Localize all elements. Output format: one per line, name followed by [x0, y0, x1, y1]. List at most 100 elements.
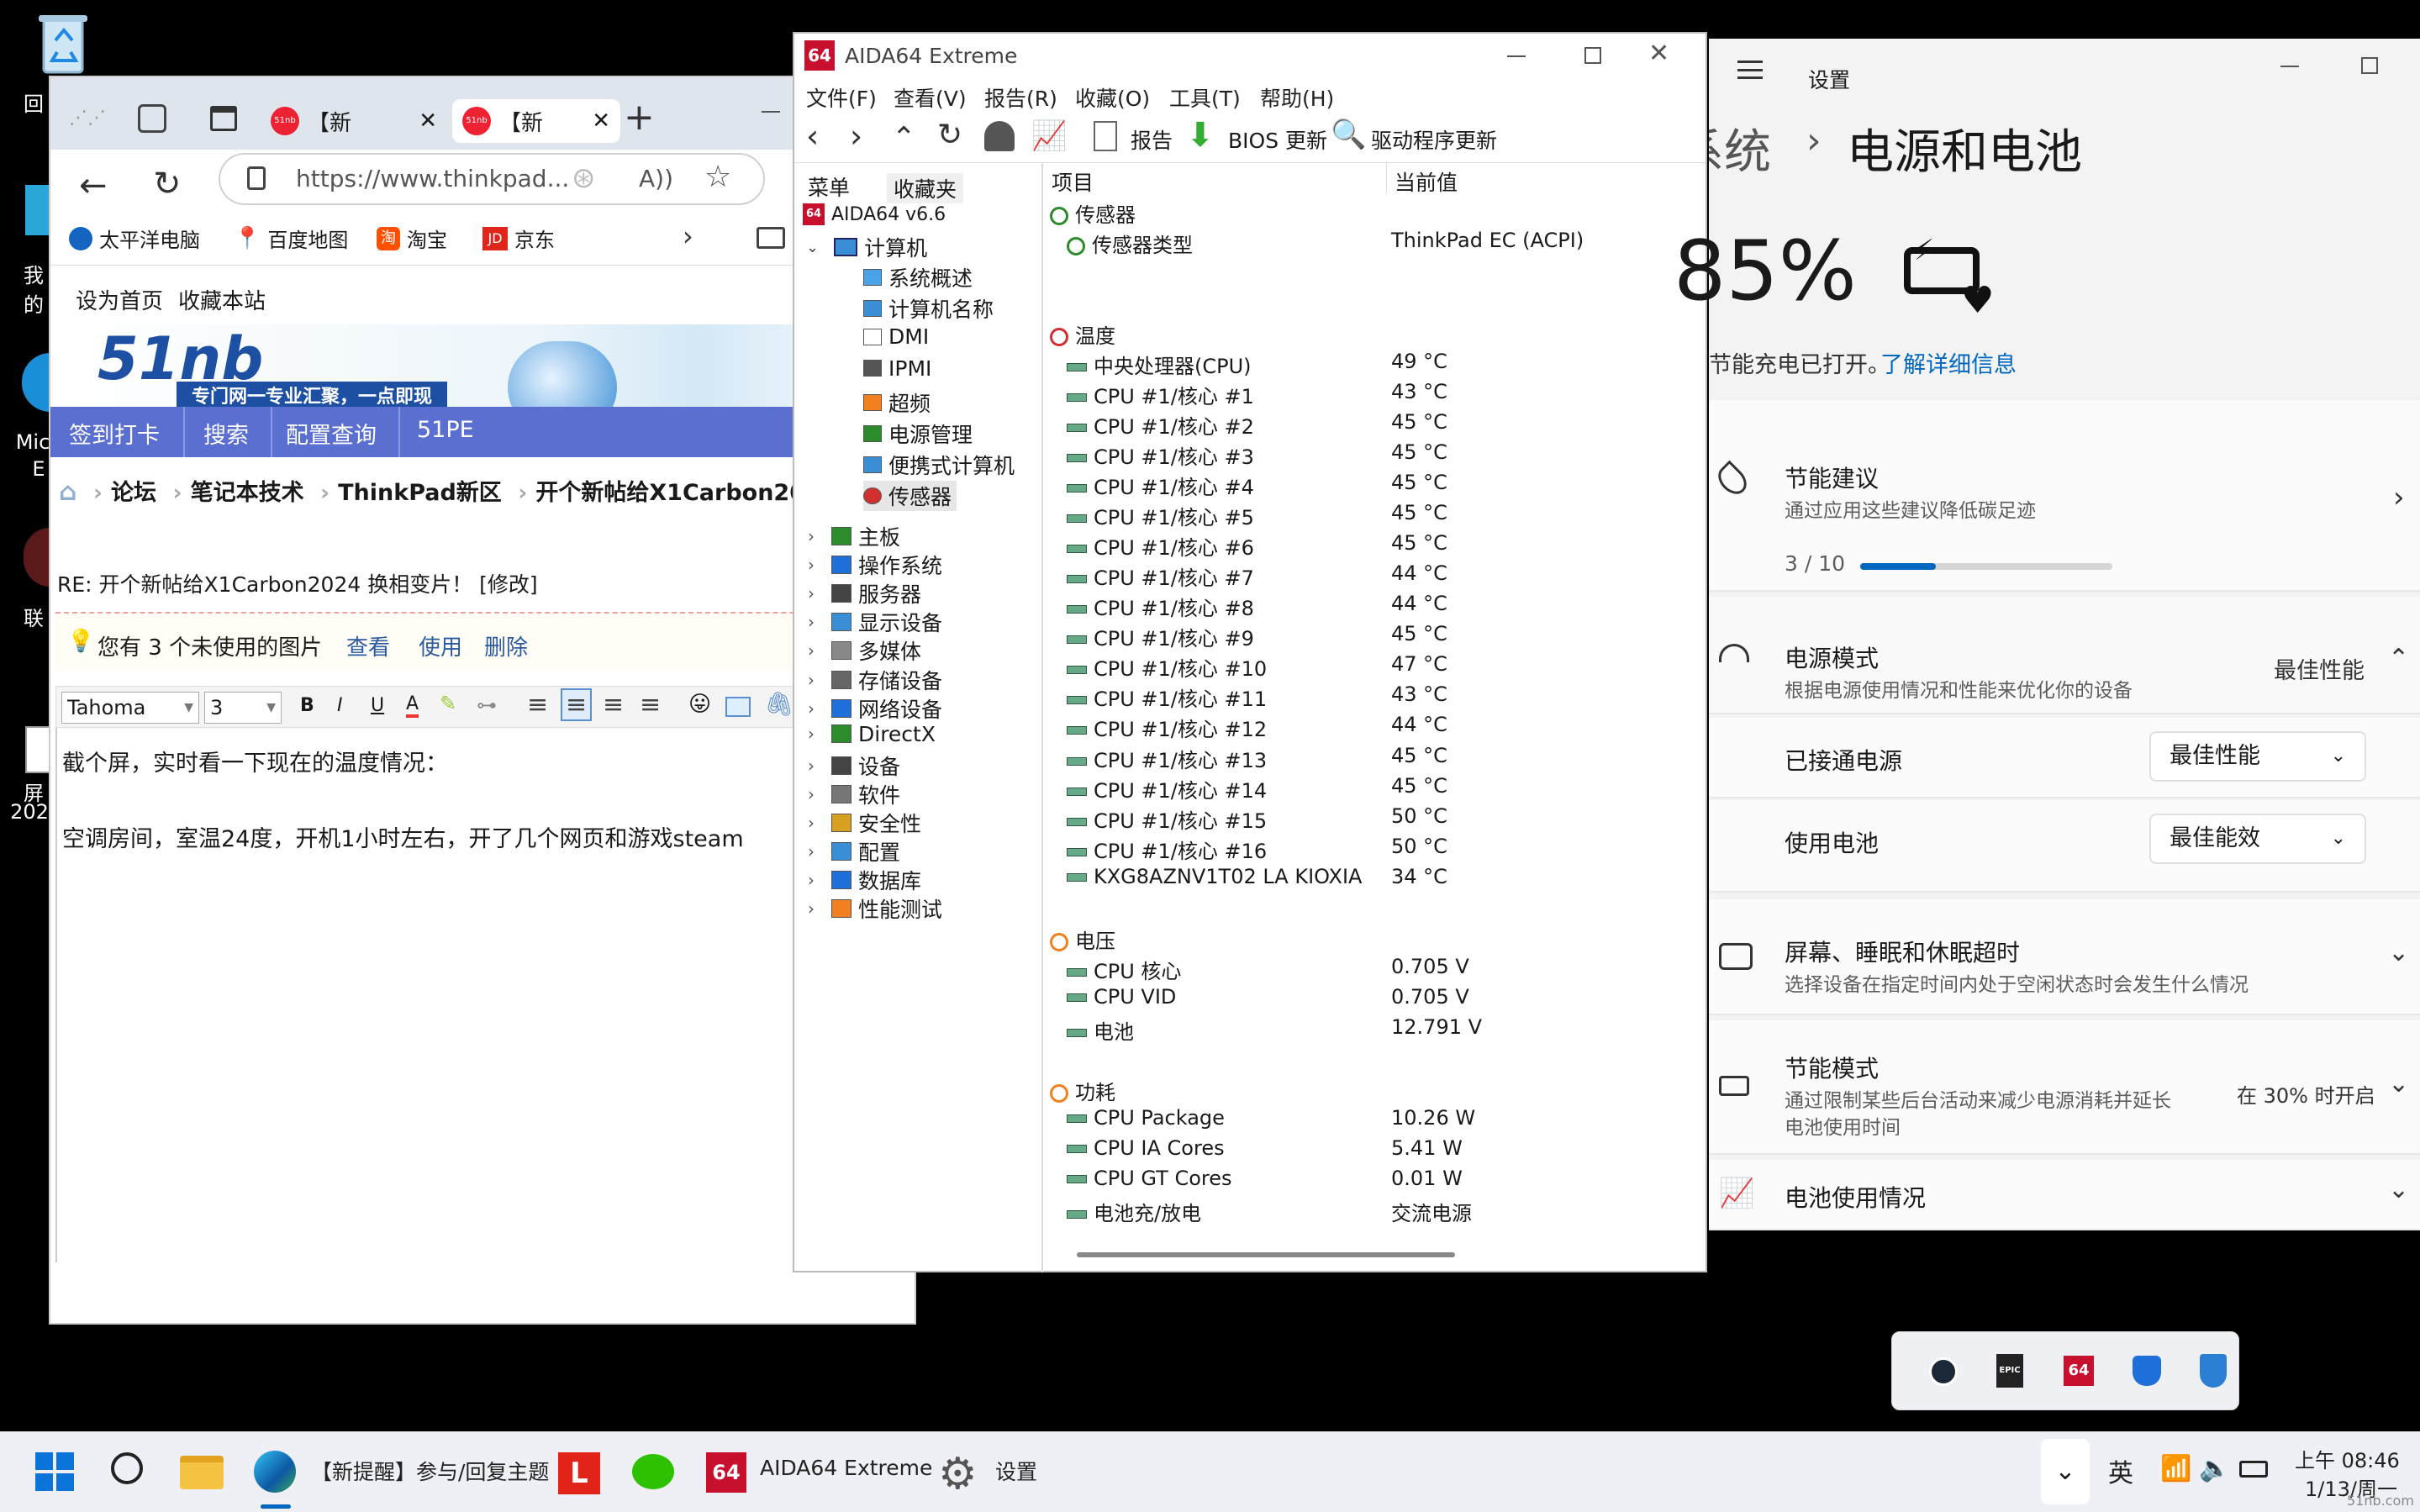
column-item[interactable]: 项目 — [1052, 166, 1094, 197]
tree-item-top[interactable]: › 网络设备 — [808, 693, 942, 724]
browser-tab[interactable]: 51nb 【新 ✕ — [271, 99, 447, 143]
sensor-row[interactable]: CPU #1/核心 #14 45 °C — [1047, 774, 1702, 804]
tree-item-top[interactable]: › 多媒体 — [808, 635, 921, 666]
highlight-icon[interactable]: ✎ — [440, 692, 456, 715]
top-link-bookmark[interactable]: 收藏本站 — [178, 284, 266, 315]
favorite-link[interactable]: 📍 百度地图 — [234, 224, 348, 253]
volume-icon[interactable]: 🔈 — [2199, 1454, 2230, 1483]
ime-indicator[interactable]: 英 — [2108, 1452, 2133, 1489]
sensor-row[interactable]: 传感器类型 ThinkPad EC (ACPI) — [1047, 229, 1702, 259]
wechat-icon[interactable] — [632, 1454, 674, 1489]
close-icon[interactable]: ✕ — [419, 108, 437, 134]
sensor-row[interactable]: CPU #1/核心 #9 45 °C — [1047, 622, 1702, 652]
sensor-row[interactable]: CPU #1/核心 #2 45 °C — [1047, 410, 1702, 440]
steam-icon[interactable] — [1929, 1357, 1958, 1386]
sensor-row[interactable]: CPU #1/核心 #6 45 °C — [1047, 531, 1702, 561]
sensor-row[interactable]: KXG8AZNV1T02 LA KIOXIA 34 °C — [1047, 865, 1702, 895]
link-icon[interactable]: ⊶ — [477, 693, 497, 717]
toolbar-driver[interactable]: 驱动程序更新 — [1371, 124, 1497, 155]
sensor-section-header[interactable]: 传感器 — [1047, 198, 1702, 229]
close-icon[interactable]: ✕ — [1648, 39, 1669, 68]
aida64-tray-icon[interactable]: 64 — [2064, 1356, 2094, 1386]
sensor-row[interactable]: CPU #1/核心 #7 44 °C — [1047, 561, 1702, 592]
sensor-row[interactable]: CPU #1/核心 #3 45 °C — [1047, 440, 1702, 471]
breadcrumb-item[interactable]: 开个新帖给X1Carbon20 — [535, 480, 805, 506]
card-power-mode[interactable]: 电源模式 根据电源使用情况和性能来优化你的设备 最佳性能 ⌃ — [1709, 597, 2420, 714]
forward-icon[interactable]: › — [850, 118, 862, 155]
tab-menu[interactable]: 菜单 — [808, 171, 850, 202]
recycle-bin-icon[interactable] — [32, 10, 94, 82]
sensor-row[interactable]: 电池充/放电 交流电源 — [1047, 1197, 1702, 1227]
tree-item-top[interactable]: › 设备 — [808, 751, 900, 781]
minimize-icon[interactable] — [1507, 55, 1526, 57]
maximize-icon[interactable] — [2361, 57, 2378, 74]
top-link-home[interactable]: 设为首页 — [76, 284, 163, 315]
tree-item-child[interactable]: 便携式计算机 — [863, 450, 1015, 480]
font-color-icon[interactable]: A — [406, 693, 419, 718]
maximize-icon[interactable] — [1584, 47, 1601, 64]
magnifier-icon[interactable]: 🔍 — [1331, 118, 1366, 151]
refresh-icon[interactable]: ↻ — [937, 118, 962, 152]
sensor-section-header[interactable]: 电压 — [1047, 925, 1702, 955]
read-aloud-icon[interactable]: A)) — [639, 165, 673, 192]
tree-item-sensor[interactable]: 传感器 — [863, 481, 957, 512]
tab-favorites[interactable]: 收藏夹 — [887, 173, 964, 203]
card-energy-recommendations[interactable]: 节能建议 通过应用这些建议降低碳足迹 3 / 10 › — [1709, 400, 2420, 592]
menu-report[interactable]: 报告(R) — [984, 82, 1057, 113]
tree-item-top[interactable]: › 安全性 — [808, 808, 921, 838]
wifi-icon[interactable]: 📶 — [2160, 1454, 2191, 1483]
on-battery-dropdown[interactable]: 最佳能效 ⌄ — [2149, 814, 2366, 864]
favorite-link[interactable]: 太平洋电脑 — [69, 224, 200, 253]
sensor-row[interactable]: CPU IA Cores 5.41 W — [1047, 1136, 1702, 1167]
tree-item-top[interactable]: › 性能测试 — [808, 893, 942, 924]
sensor-row[interactable]: CPU #1/核心 #13 45 °C — [1047, 744, 1702, 774]
notice-link-use[interactable]: 使用 — [419, 630, 462, 661]
sensor-row[interactable]: CPU GT Cores 0.01 W — [1047, 1167, 1702, 1197]
breadcrumb-item[interactable]: 笔记本技术 — [191, 480, 304, 506]
menu-help[interactable]: 帮助(H) — [1260, 82, 1334, 113]
emoji-icon[interactable]: 😛 — [688, 692, 711, 717]
sensor-row[interactable]: CPU #1/核心 #10 47 °C — [1047, 652, 1702, 682]
sensor-section-header[interactable]: 温度 — [1047, 319, 1702, 350]
back-icon[interactable]: ← — [79, 166, 108, 205]
minimize-icon[interactable] — [762, 111, 780, 113]
tree-item-top[interactable]: › 存储设备 — [808, 665, 942, 695]
tree-item-child[interactable]: 超频 — [863, 387, 931, 418]
tray-overflow-button[interactable]: ⌄ — [2041, 1439, 2090, 1504]
favorite-link[interactable]: 淘淘宝 — [377, 224, 447, 253]
chevron-right-icon[interactable]: › — [683, 220, 693, 252]
user-icon[interactable] — [984, 121, 1015, 151]
notice-link-delete[interactable]: 删除 — [484, 630, 528, 661]
battery-icon[interactable] — [2239, 1461, 2268, 1478]
font-select[interactable]: Tahoma ▼ — [61, 692, 199, 724]
nav-item-checkin[interactable]: 签到打卡 — [69, 417, 160, 450]
clock-time[interactable]: 上午 08:46 — [2295, 1444, 2400, 1473]
browser-tab-active[interactable]: 51nb 【新 ✕ — [452, 99, 620, 143]
taskbar-edge-label[interactable]: 【新提醒】参与/回复主题 — [311, 1456, 549, 1486]
tree-item-top[interactable]: › 显示设备 — [808, 607, 942, 637]
lenovo-vantage-icon[interactable] — [2133, 1356, 2161, 1386]
sensor-row[interactable]: 中央处理器(CPU) 49 °C — [1047, 350, 1702, 380]
sensor-row[interactable]: CPU Package 10.26 W — [1047, 1106, 1702, 1136]
sensor-row[interactable]: CPU #1/核心 #5 45 °C — [1047, 501, 1702, 531]
breadcrumb-system[interactable]: 系统 — [1709, 114, 1771, 182]
taskbar-aida-label[interactable]: AIDA64 Extreme — [760, 1456, 932, 1480]
plugged-in-dropdown[interactable]: 最佳性能 ⌄ — [2149, 731, 2366, 782]
horizontal-scrollbar[interactable] — [1077, 1252, 1455, 1257]
folder-icon[interactable] — [757, 227, 785, 249]
favorite-star-icon[interactable]: ☆ — [704, 160, 731, 194]
sensor-row[interactable]: CPU #1/核心 #1 43 °C — [1047, 380, 1702, 410]
refresh-icon[interactable]: ↻ — [153, 165, 182, 203]
toolbar-bios[interactable]: BIOS 更新 — [1228, 124, 1327, 155]
tree-item-child[interactable]: 系统概述 — [863, 262, 973, 292]
nav-item-config[interactable]: 配置查询 — [286, 417, 377, 450]
bold-icon[interactable]: B — [300, 695, 314, 716]
sensor-row[interactable]: 电池 12.791 V — [1047, 1015, 1702, 1046]
nav-item-51pe[interactable]: 51PE — [417, 417, 474, 443]
app-available-icon[interactable]: ⊛ — [572, 161, 596, 195]
notice-link-view[interactable]: 查看 — [346, 630, 390, 661]
favorite-link[interactable]: JD 京东 — [482, 224, 555, 253]
tree-item-top[interactable]: › DirectX — [808, 722, 936, 746]
tree-item-child[interactable]: DMI — [863, 324, 929, 349]
sensor-section-header[interactable]: 功耗 — [1047, 1076, 1702, 1106]
